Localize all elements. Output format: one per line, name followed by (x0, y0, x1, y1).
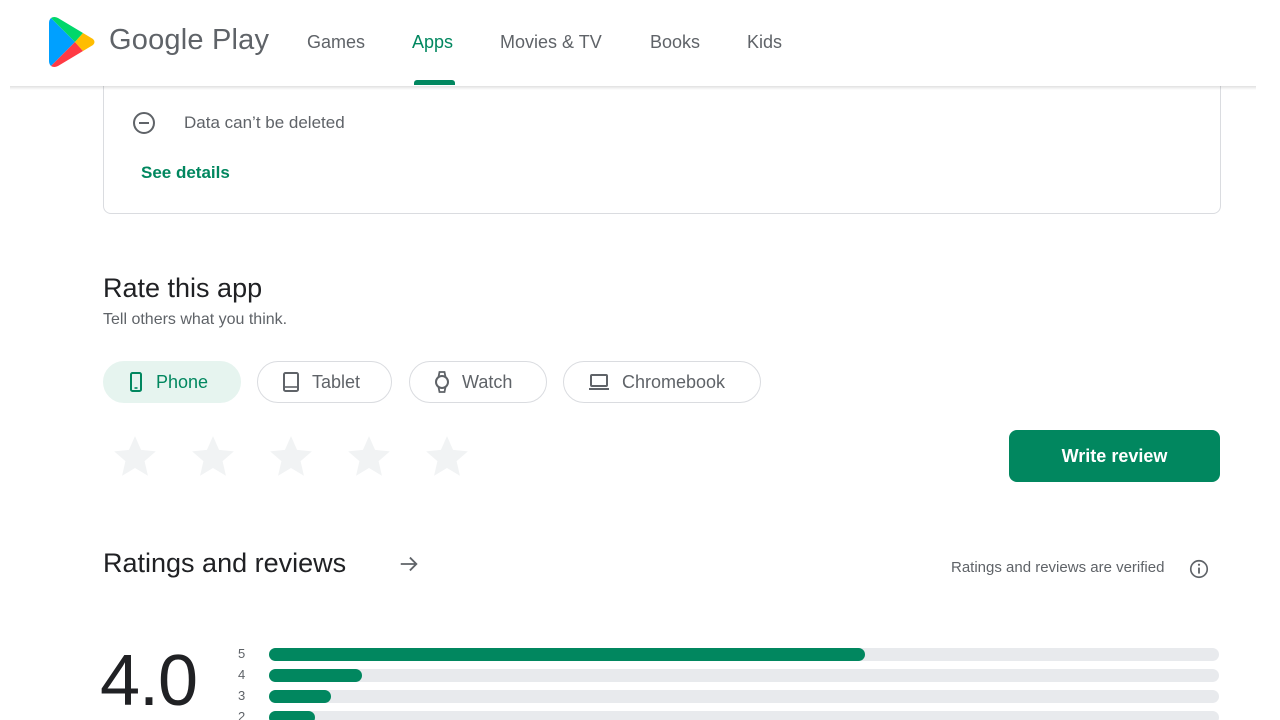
chromebook-icon (589, 374, 609, 390)
rating-bar-track (269, 690, 1219, 703)
rating-bar-label: 3 (238, 688, 246, 703)
nav-games[interactable]: Games (307, 32, 365, 53)
active-tab-indicator (414, 80, 455, 85)
nav-apps[interactable]: Apps (412, 32, 453, 53)
rating-bar-fill (269, 690, 331, 703)
star-icon[interactable] (420, 432, 474, 482)
device-chip-chromebook[interactable]: Chromebook (563, 361, 761, 403)
star-rating-input (108, 432, 474, 482)
minus-circle-icon (133, 112, 155, 134)
rating-bar-track (269, 648, 1219, 661)
ratings-reviews-title[interactable]: Ratings and reviews (103, 548, 346, 579)
rating-bar-4: 4 (238, 667, 1220, 682)
rate-app-title: Rate this app (103, 273, 263, 303)
rate-app-subtitle: Tell others what you think. (103, 311, 288, 328)
rating-bar-label: 2 (238, 709, 246, 720)
google-play-logo[interactable] (48, 16, 96, 68)
device-chip-watch[interactable]: Watch (409, 361, 547, 403)
tablet-icon (283, 372, 299, 392)
see-details-link[interactable]: See details (141, 163, 230, 183)
rating-bar-fill (269, 711, 315, 720)
data-deletion-text: Data can’t be deleted (184, 113, 345, 132)
phone-icon (130, 372, 142, 392)
verified-text: Ratings and reviews are verified (951, 559, 1165, 576)
star-icon[interactable] (108, 432, 162, 482)
device-chip-label: Tablet (312, 371, 361, 392)
rating-bar-2: 2 (238, 709, 1220, 720)
device-chip-phone[interactable]: Phone (103, 361, 241, 403)
write-review-button[interactable]: Write review (1009, 430, 1220, 482)
rating-bar-fill (269, 669, 363, 682)
info-icon[interactable] (1188, 558, 1210, 580)
nav-books[interactable]: Books (650, 32, 700, 53)
top-app-bar: Google Play Games Apps Movies & TV Books… (0, 0, 1280, 86)
rating-bar-label: 4 (238, 667, 246, 682)
rating-bar-track (269, 711, 1219, 720)
average-rating: 4.0 (100, 641, 198, 720)
star-icon[interactable] (264, 432, 318, 482)
nav-kids[interactable]: Kids (747, 32, 782, 53)
watch-icon (435, 371, 449, 393)
brand-name: Google Play (109, 24, 270, 56)
star-icon[interactable] (186, 432, 240, 482)
device-chip-label: Watch (462, 371, 513, 392)
rating-bar-3: 3 (238, 688, 1220, 703)
device-chip-tablet[interactable]: Tablet (257, 361, 392, 403)
rating-bar-track (269, 669, 1219, 682)
arrow-right-icon[interactable] (398, 553, 420, 575)
star-icon[interactable] (342, 432, 396, 482)
rating-bar-fill (269, 648, 865, 661)
nav-movies-tv[interactable]: Movies & TV (500, 32, 602, 53)
device-chip-label: Phone (156, 371, 209, 392)
rating-bar-5: 5 (238, 646, 1220, 661)
device-chip-label: Chromebook (622, 371, 726, 392)
rating-bar-label: 5 (238, 646, 246, 661)
